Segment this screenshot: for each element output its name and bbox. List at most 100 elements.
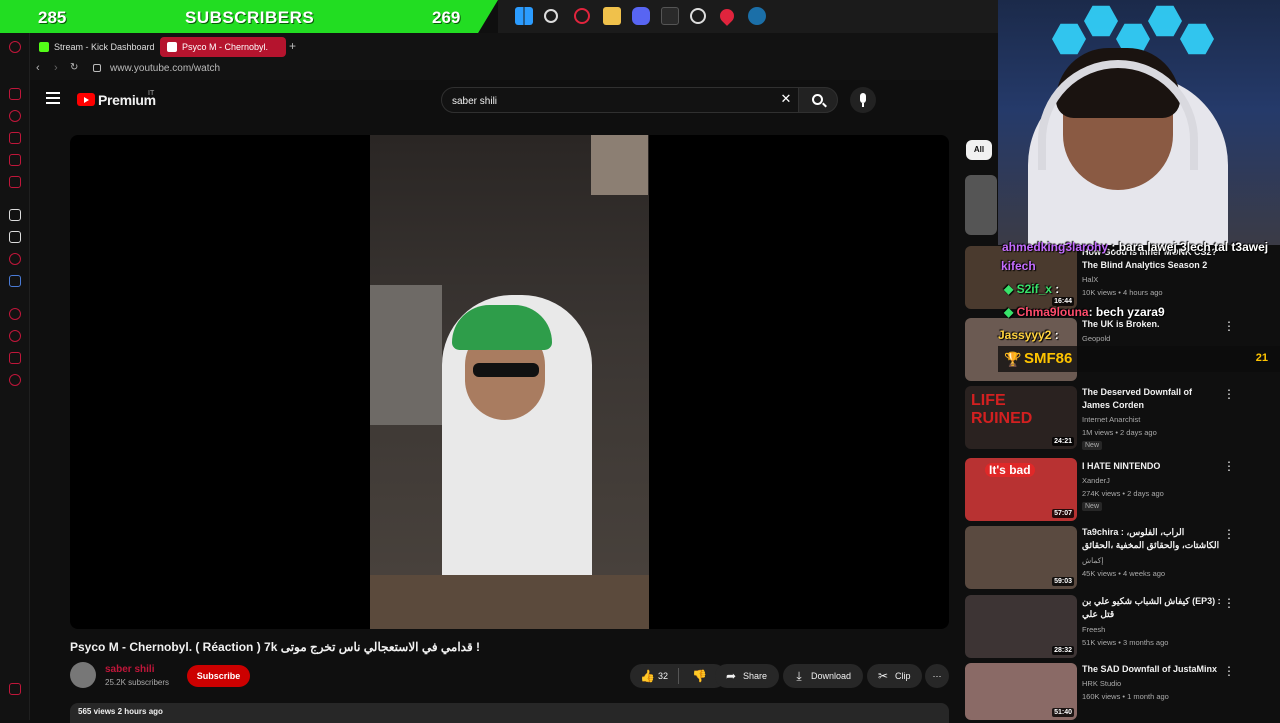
subscriber-count-goal: 269 — [432, 8, 461, 27]
channel-avatar[interactable] — [70, 662, 96, 688]
video-title[interactable]: The SAD Downfall of JustaMinx — [1082, 663, 1222, 676]
chat-message: Jassyyy2 : — [998, 328, 1059, 342]
opera-icon[interactable] — [574, 8, 590, 24]
channel-name[interactable]: Internet Anarchist — [1082, 415, 1140, 424]
video-thumbnail[interactable]: It's bad 57:07 — [965, 458, 1077, 521]
recommendation-item[interactable]: LIFE RUINED 24:21 The Deserved Downfall o… — [965, 386, 1275, 450]
search-input[interactable] — [452, 92, 752, 110]
reload-icon[interactable]: ↻ — [70, 62, 78, 73]
recommendation-item[interactable]: 59:03 Ta9chira : الراب، الفلوس، الكاشتات… — [965, 526, 1275, 590]
thumbnail-text: It's bad — [985, 463, 1035, 477]
more-options-icon[interactable]: ⋮ — [1223, 460, 1235, 472]
tab-youtube-video[interactable]: Psyco M - Chernobyl. — [160, 37, 286, 57]
new-tab-button[interactable]: + — [289, 39, 296, 53]
video-thumbnail[interactable]: LIFE RUINED 24:21 — [965, 386, 1077, 449]
windows-start-icon[interactable] — [515, 7, 533, 25]
subscribe-button[interactable]: Subscribe — [187, 665, 250, 687]
sidebar-m-icon[interactable] — [9, 176, 21, 188]
video-duration: 51:40 — [1052, 708, 1074, 717]
sidebar-bag-icon[interactable] — [9, 132, 21, 144]
hamburger-menu-icon[interactable] — [46, 92, 60, 104]
recommendation-item[interactable]: 16:44 How Good Is Inner MONK CS2? The Bl… — [965, 246, 1275, 310]
sidebar-messages-icon[interactable] — [9, 88, 21, 100]
search-button[interactable] — [798, 87, 838, 113]
sidebar-twitch-icon[interactable] — [9, 154, 21, 166]
more-options-icon[interactable]: ⋮ — [1223, 320, 1235, 332]
terminal-icon[interactable] — [661, 7, 679, 25]
video-title[interactable]: I HATE NINTENDO — [1082, 460, 1222, 473]
channel-name[interactable]: Geopold — [1082, 334, 1110, 343]
video-player[interactable] — [70, 135, 949, 629]
chat-username: ahmedking3larohy — [1002, 240, 1109, 254]
sidebar-extensions-icon[interactable] — [9, 683, 21, 695]
taskbar — [498, 0, 998, 33]
recommendation-item[interactable]: 51:40 The SAD Downfall of JustaMinx HRK … — [965, 663, 1275, 720]
file-explorer-icon[interactable] — [603, 7, 621, 25]
channel-name[interactable]: إكماش — [1082, 556, 1103, 565]
location-pin-icon[interactable] — [717, 6, 737, 26]
top-supporter-row: 🏆 SMF86 21 — [998, 346, 1280, 372]
hexagon-light — [1180, 23, 1214, 55]
share-button[interactable]: ➦ Share — [715, 664, 779, 688]
channel-name[interactable]: HalX — [1082, 275, 1098, 284]
channel-name[interactable]: HRK Studio — [1082, 679, 1121, 688]
discord-icon[interactable] — [632, 7, 650, 25]
more-options-icon[interactable]: ⋮ — [1223, 528, 1235, 540]
back-icon[interactable]: ‹ — [36, 62, 40, 74]
steam-icon[interactable] — [748, 7, 766, 25]
chip-all[interactable]: All — [966, 140, 992, 160]
video-title[interactable]: The Deserved Downfall of James Corden — [1082, 386, 1222, 412]
sidebar-record-icon[interactable] — [9, 253, 21, 265]
recommendation-item[interactable]: It's bad 57:07 I HATE NINTENDO XanderJ 2… — [965, 458, 1275, 522]
chat-message: ◆ Chma9louna: bech yzara9 — [1004, 305, 1165, 319]
recommendation-item[interactable]: 28:32 كيفاش الشباب شكيو علي بن (EP3) : ق… — [965, 595, 1275, 659]
download-button[interactable]: ⤓ Download — [783, 664, 863, 688]
video-thumbnail[interactable] — [965, 175, 997, 235]
video-title[interactable]: The UK is Broken. — [1082, 318, 1222, 331]
address-bar: ‹ › ↻ www.youtube.com/watch — [30, 60, 998, 80]
video-thumbnail[interactable]: 16:44 — [965, 246, 1077, 309]
channel-name[interactable]: saber shili — [105, 664, 154, 675]
sidebar-clock-icon[interactable] — [9, 308, 21, 320]
more-options-icon[interactable]: ⋮ — [1223, 597, 1235, 609]
sidebar-shield-icon[interactable] — [9, 275, 21, 287]
video-meta: 274K views • 2 days ago — [1082, 489, 1164, 498]
clip-label: Clip — [895, 671, 911, 681]
voice-search-button[interactable] — [850, 87, 876, 113]
video-thumbnail[interactable]: 59:03 — [965, 526, 1077, 589]
video-title[interactable]: كيفاش الشباب شكيو علي بن (EP3) : قتل علي — [1082, 595, 1222, 621]
youtube-header: Premium IT ✕ — [30, 80, 998, 120]
forward-icon[interactable]: › — [54, 62, 58, 74]
youtube-logo-icon[interactable] — [77, 93, 95, 106]
thumbs-down-icon[interactable]: 👎 — [692, 670, 707, 682]
video-title: Psyco M - Chernobyl. ( Réaction ) 7k قدا… — [70, 640, 481, 654]
tab-kick-dashboard[interactable]: Stream - Kick Dashboard — [32, 37, 158, 57]
more-options-icon[interactable]: ⋮ — [1223, 665, 1235, 677]
sidebar-ai-icon[interactable] — [9, 209, 21, 221]
more-options-icon[interactable]: ⋮ — [1223, 388, 1235, 400]
background-poster — [591, 135, 648, 195]
video-thumbnail[interactable]: 51:40 — [965, 663, 1077, 720]
more-actions-button[interactable]: ⋯ — [925, 664, 949, 688]
thumbs-up-icon[interactable]: 👍 — [640, 670, 655, 682]
sidebar-settings-icon[interactable] — [9, 374, 21, 386]
like-divider — [678, 668, 679, 684]
description-box[interactable]: 565 views 2 hours ago — [70, 703, 949, 723]
channel-name[interactable]: XanderJ — [1082, 476, 1110, 485]
sidebar-x-icon[interactable] — [9, 231, 21, 243]
chat-username: Jassyyy2 — [998, 328, 1052, 342]
video-title[interactable]: Ta9chira : الراب، الفلوس، الكاشتات، والح… — [1082, 526, 1222, 552]
sidebar-refresh-icon[interactable] — [9, 110, 21, 122]
video-meta: 10K views • 4 hours ago — [1082, 288, 1163, 297]
like-count[interactable]: 32 — [658, 664, 668, 688]
channel-name[interactable]: Freesh — [1082, 625, 1105, 634]
clip-button[interactable]: ✂ Clip — [867, 664, 922, 688]
clear-search-icon[interactable]: ✕ — [778, 91, 794, 107]
video-thumbnail[interactable]: 28:32 — [965, 595, 1077, 658]
search-icon[interactable] — [544, 9, 558, 23]
url-field[interactable]: www.youtube.com/watch — [110, 63, 220, 74]
sidebar-chat-icon[interactable] — [9, 352, 21, 364]
obs-icon[interactable] — [690, 8, 706, 24]
sidebar-history-icon[interactable] — [9, 330, 21, 342]
opera-logo-icon[interactable] — [9, 41, 21, 53]
